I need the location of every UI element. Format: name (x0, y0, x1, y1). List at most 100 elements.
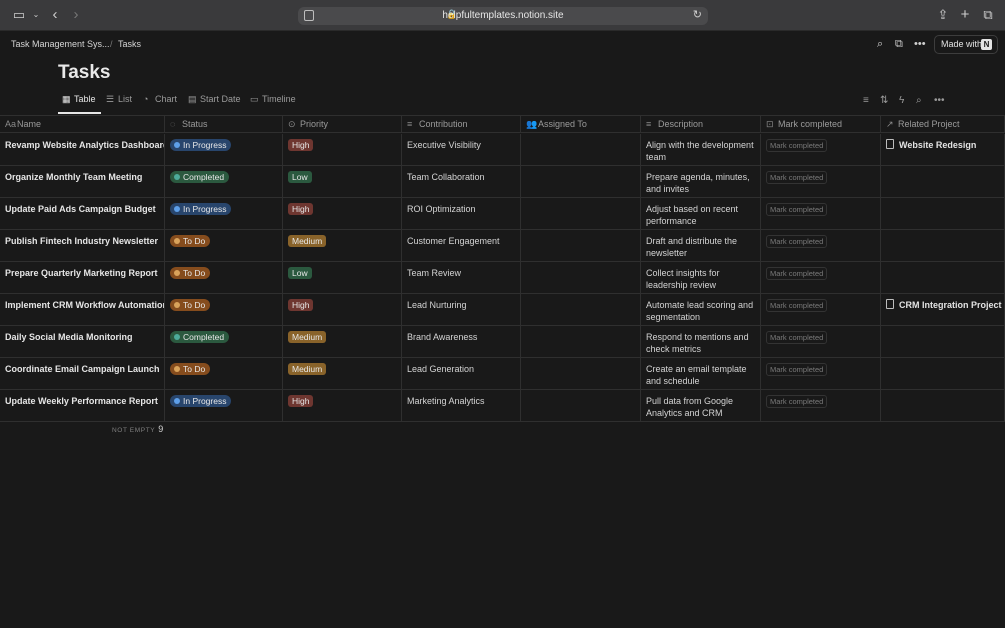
cell-mark-completed[interactable]: Mark completed (761, 262, 881, 293)
cell-name[interactable]: Update Weekly Performance Report (0, 390, 165, 421)
share-icon[interactable]: ⇪ (935, 7, 951, 23)
cell-assigned-to[interactable] (521, 326, 641, 357)
search-icon[interactable]: ⌕ (877, 38, 883, 51)
sidebar-icon[interactable]: ▭ (11, 7, 27, 23)
table-row[interactable]: Daily Social Media Monitoring Completed Me… (0, 326, 1005, 358)
cell-status[interactable]: To Do (165, 294, 283, 325)
cell-priority[interactable]: High (283, 198, 402, 229)
count-calculation[interactable]: NOT EMPTY 9 (112, 424, 163, 434)
chevron-down-icon[interactable]: ⌄ (28, 7, 44, 23)
cell-related-project[interactable] (881, 198, 1005, 229)
address-bar[interactable]: 🔒 helpfultemplates.notion.site ↻ (298, 7, 708, 25)
cell-priority[interactable]: Medium (283, 358, 402, 389)
more-icon[interactable]: ••• (914, 38, 926, 50)
column-header-description[interactable]: ≡ Description (641, 116, 761, 133)
tab-start-date[interactable]: ▤ Start Date (188, 94, 241, 114)
cell-assigned-to[interactable] (521, 262, 641, 293)
cell-description[interactable]: Align with the development team (641, 134, 761, 165)
cell-assigned-to[interactable] (521, 198, 641, 229)
related-project-link[interactable]: CRM Integration Project (886, 299, 1002, 310)
cell-mark-completed[interactable]: Mark completed (761, 358, 881, 389)
cell-description[interactable]: Draft and distribute the newsletter (641, 230, 761, 261)
mark-completed-button[interactable]: Mark completed (766, 235, 828, 248)
cell-name[interactable]: Daily Social Media Monitoring (0, 326, 165, 357)
cell-priority[interactable]: Medium (283, 230, 402, 261)
cell-name[interactable]: Publish Fintech Industry Newsletter (0, 230, 165, 261)
cell-name[interactable]: Update Paid Ads Campaign Budget (0, 198, 165, 229)
tab-list[interactable]: ☰ List (106, 94, 132, 114)
cell-contribution[interactable]: Brand Awareness (402, 326, 521, 357)
made-with-notion-button[interactable]: Made with N (934, 35, 998, 54)
cell-status[interactable]: To Do (165, 230, 283, 261)
sort-icon[interactable]: ⇅ (880, 95, 888, 106)
cell-contribution[interactable]: Team Review (402, 262, 521, 293)
cell-contribution[interactable]: Executive Visibility (402, 134, 521, 165)
table-row[interactable]: Implement CRM Workflow Automation To Do Hi… (0, 294, 1005, 326)
cell-mark-completed[interactable]: Mark completed (761, 134, 881, 165)
more-icon[interactable]: ••• (934, 95, 945, 106)
cell-priority[interactable]: High (283, 134, 402, 165)
cell-name[interactable]: Prepare Quarterly Marketing Report (0, 262, 165, 293)
cell-description[interactable]: Prepare agenda, minutes, and invites (641, 166, 761, 197)
cell-related-project[interactable]: CRM Integration Project (881, 294, 1005, 325)
reload-icon[interactable]: ↻ (693, 8, 702, 21)
table-row[interactable]: Coordinate Email Campaign Launch To Do Med… (0, 358, 1005, 390)
forward-arrow-icon[interactable]: › (68, 7, 84, 23)
cell-description[interactable]: Adjust based on recent performance (641, 198, 761, 229)
mark-completed-button[interactable]: Mark completed (766, 139, 828, 152)
tab-chart[interactable]: ◔ Chart (143, 94, 177, 114)
mark-completed-button[interactable]: Mark completed (766, 171, 828, 184)
table-row[interactable]: Update Paid Ads Campaign Budget In Progre… (0, 198, 1005, 230)
cell-status[interactable]: To Do (165, 358, 283, 389)
cell-priority[interactable]: Medium (283, 326, 402, 357)
cell-name[interactable]: Organize Monthly Team Meeting (0, 166, 165, 197)
table-row[interactable]: Update Weekly Performance Report In Progr… (0, 390, 1005, 422)
cell-name[interactable]: Revamp Website Analytics Dashboard (0, 134, 165, 165)
cell-related-project[interactable] (881, 166, 1005, 197)
cell-status[interactable]: In Progress (165, 390, 283, 421)
column-header-related-project[interactable]: ↗ Related Project (881, 116, 1005, 133)
cell-mark-completed[interactable]: Mark completed (761, 198, 881, 229)
cell-contribution[interactable]: ROI Optimization (402, 198, 521, 229)
cell-contribution[interactable]: Team Collaboration (402, 166, 521, 197)
back-arrow-icon[interactable]: ‹ (47, 7, 63, 23)
cell-description[interactable]: Collect insights for leadership review (641, 262, 761, 293)
tab-timeline[interactable]: ▭ Timeline (250, 94, 296, 114)
mark-completed-button[interactable]: Mark completed (766, 267, 828, 280)
cell-mark-completed[interactable]: Mark completed (761, 390, 881, 421)
tab-table[interactable]: ▦ Table (62, 94, 96, 114)
mark-completed-button[interactable]: Mark completed (766, 395, 828, 408)
breadcrumb-parent[interactable]: Task Management Sys... (11, 39, 110, 49)
cell-description[interactable]: Create an email template and schedule (641, 358, 761, 389)
cell-contribution[interactable]: Lead Generation (402, 358, 521, 389)
automation-icon[interactable]: ϟ (899, 95, 904, 106)
tabs-overview-icon[interactable]: ⧉ (980, 7, 996, 23)
cell-priority[interactable]: Low (283, 166, 402, 197)
cell-assigned-to[interactable] (521, 134, 641, 165)
cell-name[interactable]: Coordinate Email Campaign Launch (0, 358, 165, 389)
table-row[interactable]: Prepare Quarterly Marketing Report To Do L… (0, 262, 1005, 294)
cell-assigned-to[interactable] (521, 294, 641, 325)
cell-mark-completed[interactable]: Mark completed (761, 294, 881, 325)
cell-status[interactable]: In Progress (165, 134, 283, 165)
column-header-status[interactable]: ◌ Status (165, 116, 283, 133)
cell-contribution[interactable]: Customer Engagement (402, 230, 521, 261)
related-project-link[interactable]: Website Redesign (886, 139, 976, 150)
filter-icon[interactable]: ≡ (863, 95, 869, 106)
mark-completed-button[interactable]: Mark completed (766, 363, 828, 376)
cell-priority[interactable]: High (283, 294, 402, 325)
cell-contribution[interactable]: Marketing Analytics (402, 390, 521, 421)
cell-related-project[interactable]: Website Redesign (881, 134, 1005, 165)
cell-related-project[interactable] (881, 230, 1005, 261)
cell-status[interactable]: Completed (165, 166, 283, 197)
cell-mark-completed[interactable]: Mark completed (761, 230, 881, 261)
cell-assigned-to[interactable] (521, 390, 641, 421)
cell-description[interactable]: Automate lead scoring and segmentation (641, 294, 761, 325)
mark-completed-button[interactable]: Mark completed (766, 331, 828, 344)
column-header-priority[interactable]: ⊙ Priority (283, 116, 402, 133)
breadcrumb-current[interactable]: Tasks (118, 39, 141, 49)
cell-status[interactable]: In Progress (165, 198, 283, 229)
column-header-assigned-to[interactable]: 👥Assigned To (521, 116, 641, 133)
cell-mark-completed[interactable]: Mark completed (761, 166, 881, 197)
cell-description[interactable]: Pull data from Google Analytics and CRM (641, 390, 761, 421)
